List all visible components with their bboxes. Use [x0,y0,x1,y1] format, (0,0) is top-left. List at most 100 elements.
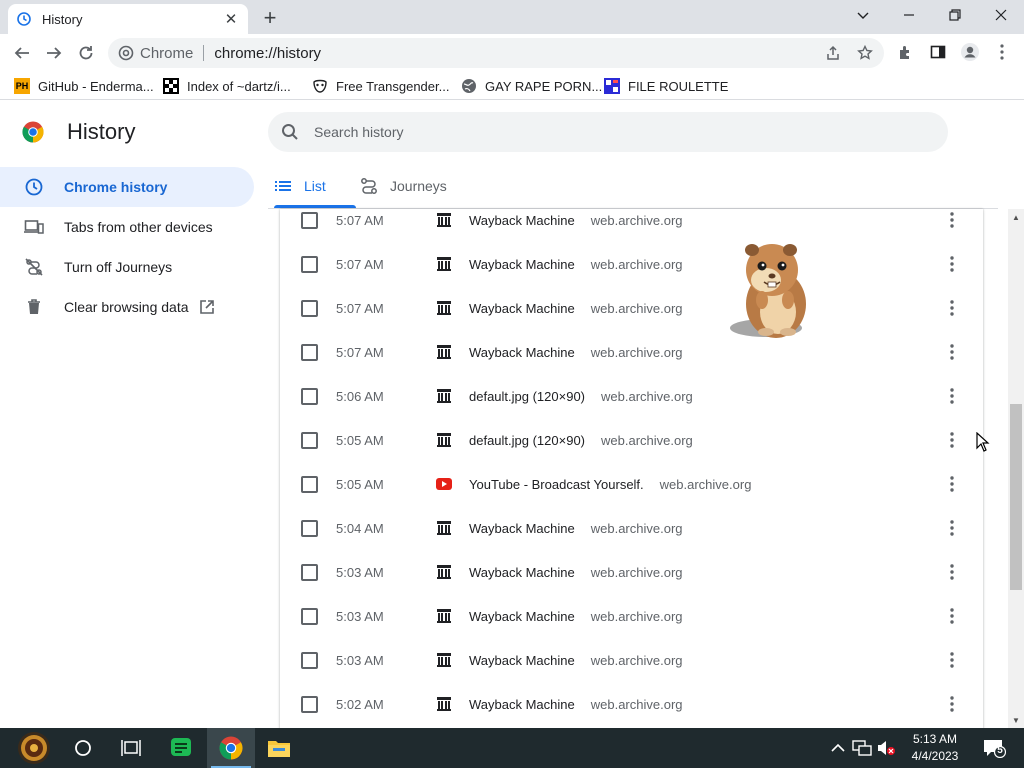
sidebar-item-tabs-other-devices[interactable]: Tabs from other devices [0,207,256,247]
row-title-link[interactable]: YouTube - Broadcast Yourself. web.archive… [469,477,751,492]
folder-icon [268,741,290,757]
row-title-link[interactable]: Wayback Machine web.archive.org [469,653,683,668]
history-row[interactable]: 5:06 AM default.jpg (120×90) web.archive.o… [280,374,983,418]
history-row[interactable]: 5:07 AM Wayback Machine web.archive.org [280,242,983,286]
history-row[interactable]: 5:03 AM Wayback Machine web.archive.org [280,594,983,638]
taskbar-file-explorer[interactable] [255,728,303,768]
search-history-input[interactable] [314,124,874,140]
more-actions-icon[interactable] [944,252,960,276]
more-actions-icon[interactable] [944,604,960,628]
row-title-link[interactable]: Wayback Machine web.archive.org [469,609,683,624]
start-button[interactable] [10,728,58,768]
row-domain: web.archive.org [590,256,683,272]
row-checkbox[interactable] [301,607,318,625]
history-row[interactable]: 5:05 AM YouTube - Broadcast Yourself. web.… [280,462,983,506]
taskbar-chrome-app[interactable] [207,728,255,768]
history-row[interactable]: 5:02 AM Wayback Machine web.archive.org [280,682,983,726]
row-checkbox[interactable] [301,563,318,581]
row-checkbox[interactable] [301,387,318,405]
close-tab-icon[interactable]: ✕ [222,10,240,28]
restore-icon[interactable] [932,0,978,30]
row-checkbox[interactable] [301,255,318,273]
scrollbar-thumb[interactable] [1010,404,1022,590]
tab-journeys[interactable]: Journeys [360,163,460,208]
history-row[interactable]: 5:04 AM Wayback Machine web.archive.org [280,506,983,550]
more-actions-icon[interactable] [944,209,960,232]
sidebar-item-chrome-history[interactable]: Chrome history [0,167,254,207]
row-title-link[interactable]: Wayback Machine web.archive.org [469,301,683,316]
more-actions-icon[interactable] [944,340,960,364]
row-checkbox[interactable] [301,475,318,493]
sidebar-item-turn-off-journeys[interactable]: Turn off Journeys [0,247,256,287]
tab-search-icon[interactable] [840,0,886,30]
row-checkbox[interactable] [301,343,318,361]
sidebar-item-clear-browsing-data[interactable]: Clear browsing data [0,287,256,327]
reload-icon[interactable] [72,39,100,67]
history-row[interactable]: 5:03 AM Wayback Machine web.archive.org [280,638,983,682]
side-panel-icon[interactable] [928,42,948,62]
more-actions-icon[interactable] [944,692,960,716]
tab-list[interactable]: List [274,163,356,208]
row-checkbox[interactable] [301,519,318,537]
task-view-button[interactable] [107,728,155,768]
notes-app-icon [171,738,191,756]
row-title-link[interactable]: Wayback Machine web.archive.org [469,345,683,360]
more-actions-icon[interactable] [944,472,960,496]
taskbar-clock[interactable]: 5:13 AM 4/4/2023 [896,731,974,765]
history-row[interactable]: 5:05 AM default.jpg (120×90) web.archive.o… [280,418,983,462]
tray-overflow-chevron-icon[interactable] [828,738,848,758]
row-checkbox[interactable] [301,695,318,713]
bookmark-free-transgender[interactable]: Free Transgender... [312,76,449,96]
row-title-link[interactable]: Wayback Machine web.archive.org [469,213,683,228]
scroll-up-arrow-icon[interactable]: ▲ [1008,209,1024,225]
network-icon[interactable] [852,738,872,758]
row-title-link[interactable]: Wayback Machine web.archive.org [469,257,683,272]
history-row[interactable]: 5:03 AM Wayback Machine web.archive.org [280,550,983,594]
address-bar[interactable]: Chrome chrome://history [108,38,884,68]
browser-tab-history[interactable]: History ✕ [8,4,248,34]
row-title-link[interactable]: default.jpg (120×90) web.archive.org [469,433,693,448]
more-actions-icon[interactable] [944,296,960,320]
bookmark-github[interactable]: PH GitHub - Enderma... [14,76,154,96]
row-title: Wayback Machine [469,300,575,316]
url-text[interactable]: chrome://history [214,45,321,62]
bookmark-file-roulette[interactable]: FILE ROULETTE [604,76,728,96]
history-row[interactable]: 5:07 AM Wayback Machine web.archive.org [280,330,983,374]
archive-icon [436,212,452,228]
row-title-link[interactable]: default.jpg (120×90) web.archive.org [469,389,693,404]
row-checkbox[interactable] [301,651,318,669]
minimize-icon[interactable] [886,0,932,30]
browser-menu-icon[interactable] [992,42,1012,62]
share-icon[interactable] [824,44,842,62]
row-title-link[interactable]: Wayback Machine web.archive.org [469,697,683,712]
profile-avatar-icon[interactable] [960,42,980,62]
close-window-icon[interactable] [978,0,1024,30]
forward-icon[interactable] [40,39,68,67]
scroll-down-arrow-icon[interactable]: ▼ [1008,712,1024,728]
bookmark-globe-site[interactable]: GAY RAPE PORN... [461,76,602,96]
row-title-link[interactable]: Wayback Machine web.archive.org [469,521,683,536]
hamster-desktop-pet[interactable] [726,236,816,342]
history-row[interactable]: 5:07 AM Wayback Machine web.archive.org [280,286,983,330]
action-center-icon[interactable]: 5 [982,738,1006,758]
new-tab-icon[interactable]: + [258,5,282,30]
more-actions-icon[interactable] [944,560,960,584]
extensions-icon[interactable] [896,42,916,62]
more-actions-icon[interactable] [944,516,960,540]
history-row[interactable]: 5:07 AM Wayback Machine web.archive.org [280,209,983,242]
row-checkbox[interactable] [301,299,318,317]
cortana-search-button[interactable] [59,728,107,768]
bookmark-star-icon[interactable] [856,44,874,62]
row-checkbox[interactable] [301,431,318,449]
row-domain: web.archive.org [590,608,683,624]
back-icon[interactable] [8,39,36,67]
row-checkbox[interactable] [301,211,318,229]
more-actions-icon[interactable] [944,384,960,408]
more-actions-icon[interactable] [944,428,960,452]
bookmark-index-dartz[interactable]: Index of ~dartz/i... [163,76,291,96]
row-title-link[interactable]: Wayback Machine web.archive.org [469,565,683,580]
more-actions-icon[interactable] [944,648,960,672]
volume-muted-icon[interactable] [876,738,896,758]
row-domain: web.archive.org [590,564,683,580]
taskbar-notes-app[interactable] [157,728,205,768]
